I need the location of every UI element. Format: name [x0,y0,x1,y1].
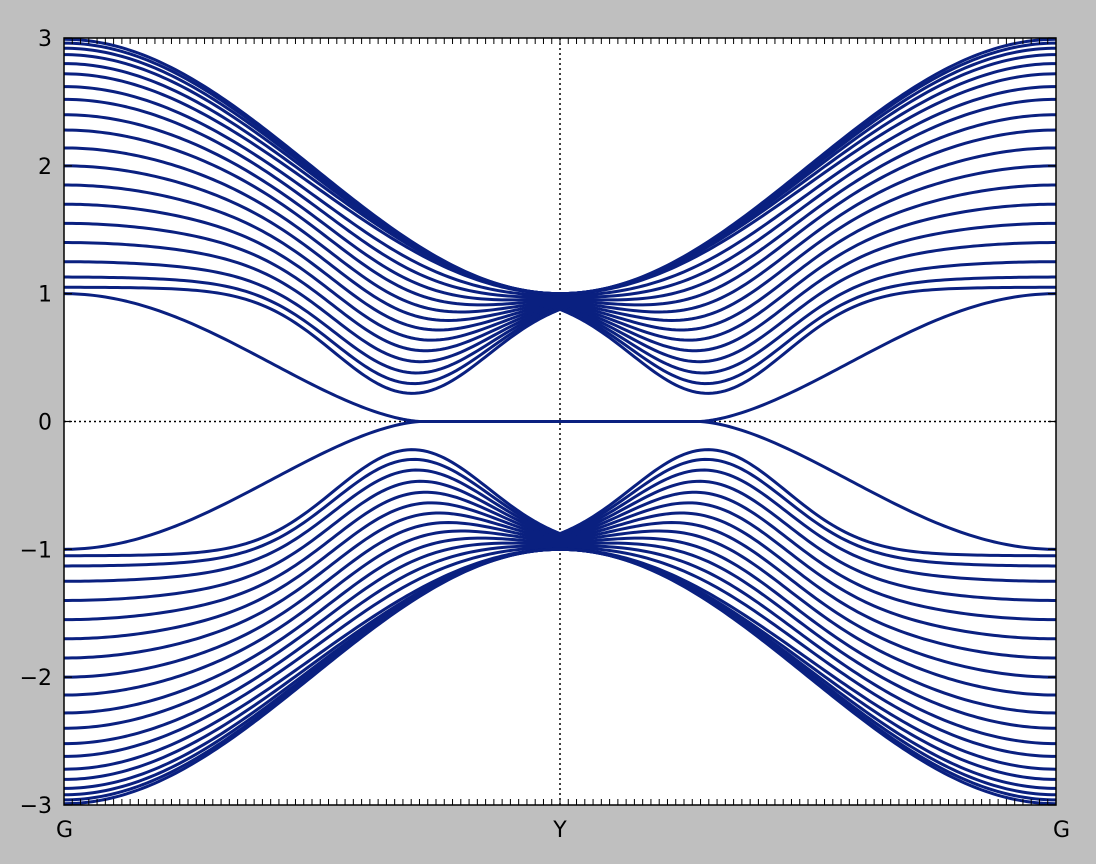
band-structure-chart: −3 −2 −1 0 1 2 3 G Y G [0,0,1096,864]
y-tick-label-2: −1 [20,538,52,563]
y-tick-label-6: 3 [38,27,52,52]
y-tick-label-4: 1 [38,283,52,308]
x-tick-label-0: G [56,818,73,843]
x-tick-label-1: Y [552,818,567,843]
y-tick-label-1: −2 [20,666,52,691]
x-tick-label-2: G [1053,818,1070,843]
y-tick-label-3: 0 [38,411,52,436]
y-tick-label-5: 2 [38,155,52,180]
y-tick-label-0: −3 [20,794,52,819]
